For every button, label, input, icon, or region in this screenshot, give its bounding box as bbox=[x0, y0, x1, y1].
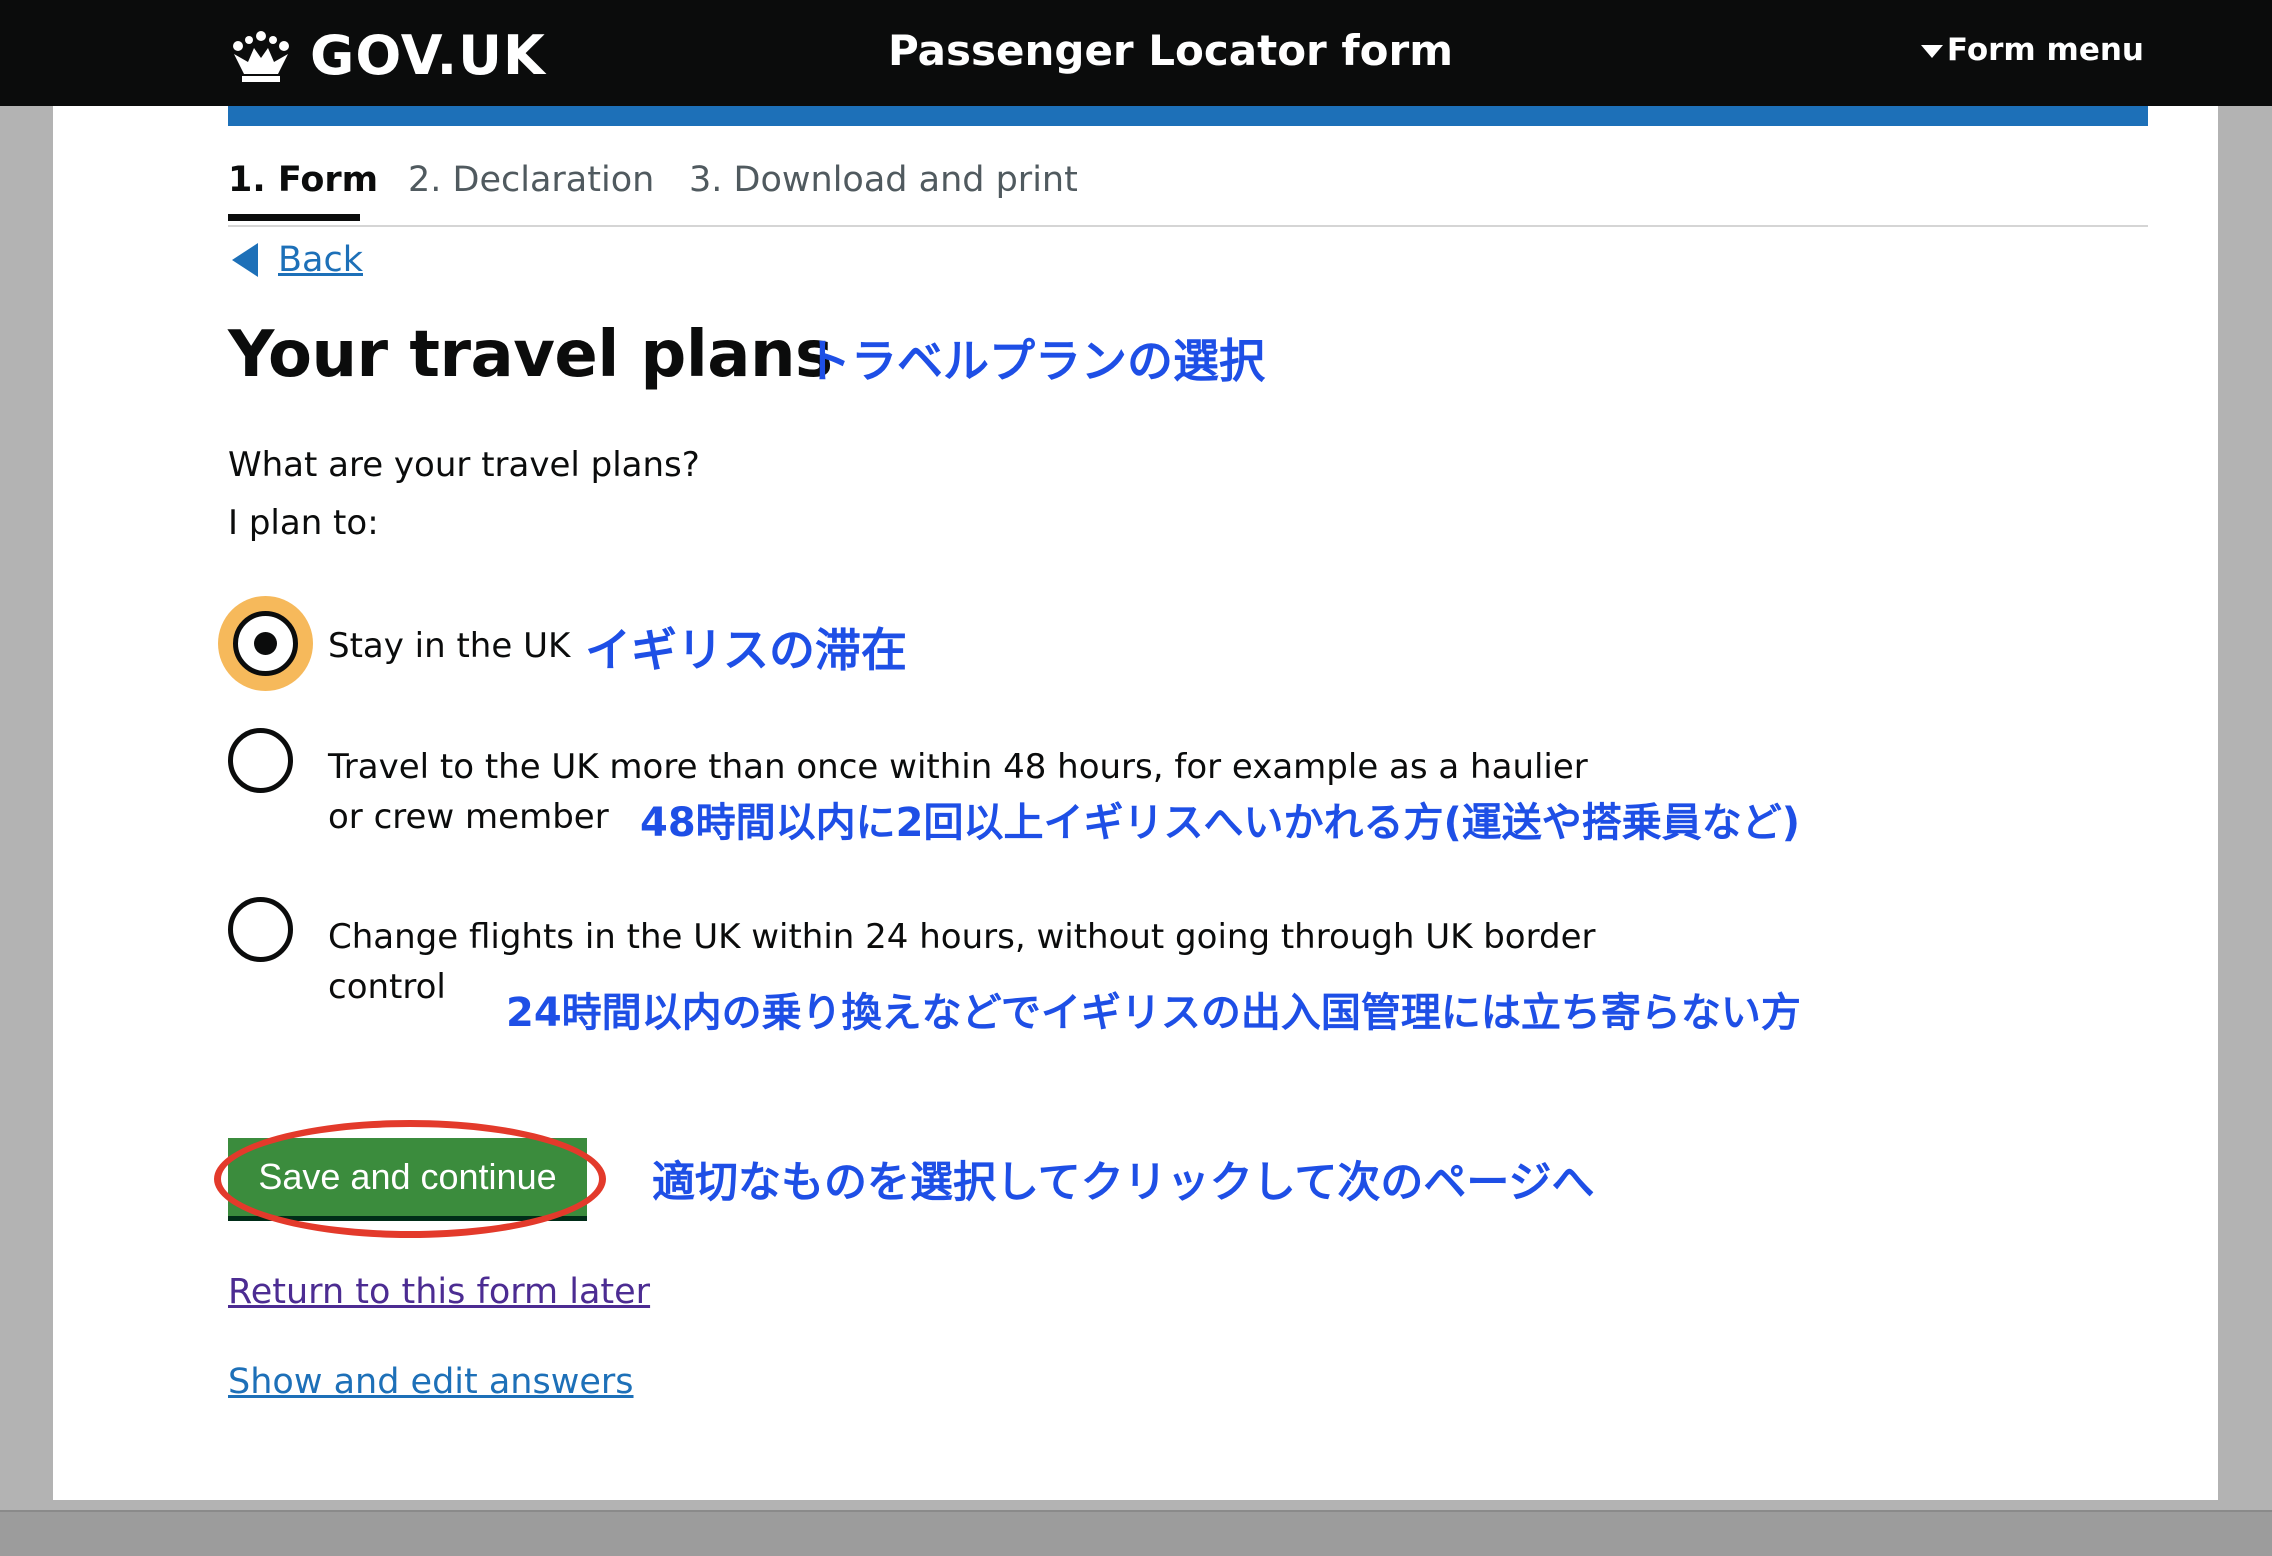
step-download-print[interactable]: 3. Download and print bbox=[689, 160, 1078, 200]
crown-icon bbox=[233, 31, 289, 82]
form-menu-label: Form menu bbox=[1946, 32, 2144, 68]
back-link[interactable]: Back bbox=[232, 240, 363, 280]
annotation-title: トラベルプランの選択 bbox=[805, 334, 1265, 388]
radio-travel-multiple[interactable] bbox=[228, 728, 293, 793]
question-text: What are your travel plans? bbox=[228, 445, 700, 485]
caret-down-icon bbox=[1920, 44, 1943, 58]
radio-stay-in-uk[interactable] bbox=[233, 611, 298, 676]
page-title: Your travel plans bbox=[228, 318, 833, 392]
option-stay-label[interactable]: Stay in the UK bbox=[328, 621, 570, 671]
back-arrow-icon bbox=[232, 243, 258, 277]
radio-change-flights[interactable] bbox=[228, 897, 293, 962]
annotation-button: 適切なものを選択してクリックして次のページへ bbox=[652, 1158, 1595, 1208]
option-travel-label-line2[interactable]: or crew member bbox=[328, 792, 609, 842]
annotation-option-3: 24時間以内の乗り換えなどでイギリスの出入国管理には立ち寄らない方 bbox=[506, 990, 1801, 1036]
back-label: Back bbox=[278, 240, 363, 280]
option-change-label-line1[interactable]: Change flights in the UK within 24 hours… bbox=[328, 912, 1595, 962]
govuk-logo[interactable]: GOV.UK bbox=[228, 20, 546, 90]
form-menu-toggle[interactable]: Form menu bbox=[1920, 32, 2144, 68]
header-accent-bar bbox=[228, 106, 2148, 126]
step-declaration[interactable]: 2. Declaration bbox=[408, 160, 654, 200]
return-later-link[interactable]: Return to this form later bbox=[228, 1272, 650, 1312]
step-form[interactable]: 1. Form bbox=[228, 160, 378, 200]
option-travel-label-line1[interactable]: Travel to the UK more than once within 4… bbox=[328, 742, 1588, 792]
service-name[interactable]: Passenger Locator form bbox=[888, 26, 1453, 75]
active-step-underline bbox=[228, 214, 360, 221]
step-navigation: 1. Form 2. Declaration 3. Download and p… bbox=[228, 160, 2148, 227]
annotation-option-1: イギリスの滞在 bbox=[585, 623, 907, 677]
highlight-ellipse bbox=[214, 1120, 606, 1238]
annotation-option-2: 48時間以内に2回以上イギリスへいかれる方(運送や搭乗員など) bbox=[640, 800, 1801, 846]
lead-in-text: I plan to: bbox=[228, 503, 379, 543]
browser-bottom-strip bbox=[0, 1510, 2272, 1556]
logo-text: GOV.UK bbox=[310, 23, 546, 87]
option-change-label-line2[interactable]: control bbox=[328, 962, 446, 1012]
radio-selected-dot bbox=[254, 632, 277, 655]
govuk-header: GOV.UK Passenger Locator form Form menu bbox=[0, 0, 2272, 106]
show-edit-answers-link[interactable]: Show and edit answers bbox=[228, 1362, 634, 1402]
